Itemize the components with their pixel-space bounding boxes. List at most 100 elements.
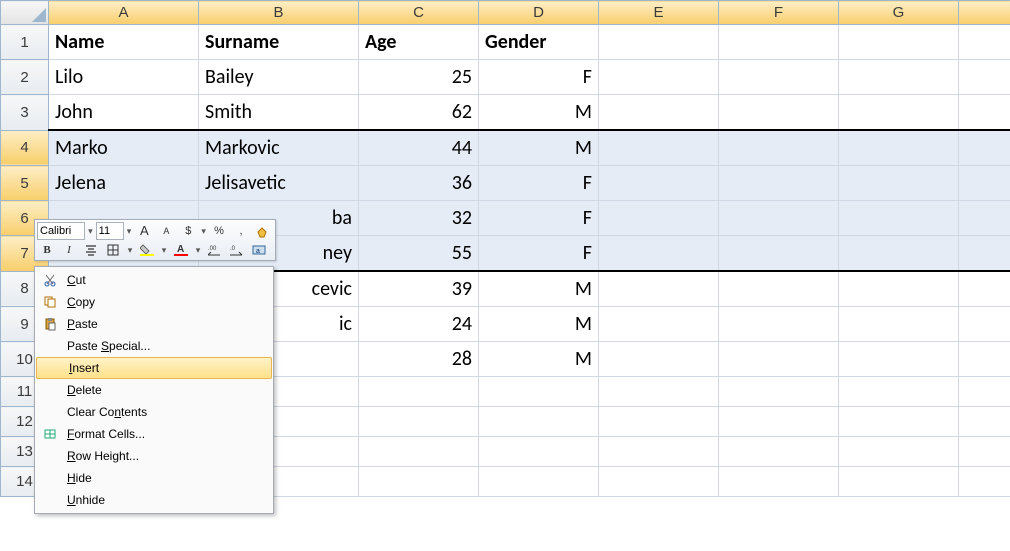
menu-label: Delete: [67, 383, 102, 397]
context-cut[interactable]: Cut: [35, 269, 273, 291]
col-header-C[interactable]: C: [359, 1, 479, 25]
row-header-3[interactable]: 3: [1, 95, 49, 131]
svg-text:A: A: [177, 244, 184, 255]
cell[interactable]: F: [479, 60, 599, 95]
align-center-icon[interactable]: [81, 242, 101, 258]
menu-label: Hide: [67, 471, 92, 485]
grow-font-button[interactable]: A: [134, 223, 154, 239]
row-header-4[interactable]: 4: [1, 130, 49, 166]
fill-dropdown-icon[interactable]: ▾: [159, 242, 169, 258]
cell-C1[interactable]: Age: [359, 25, 479, 60]
cell-D1[interactable]: Gender: [479, 25, 599, 60]
data-header-row: 1 Name Surname Age Gender: [1, 25, 1010, 60]
font-color-icon[interactable]: A: [171, 242, 191, 258]
col-header-extra[interactable]: [959, 1, 1010, 25]
font-color-dropdown-icon[interactable]: ▾: [193, 242, 203, 258]
cell[interactable]: M: [479, 342, 599, 377]
menu-label: Copy: [67, 295, 95, 309]
context-paste-special[interactable]: Paste Special...: [35, 335, 273, 357]
cell[interactable]: 32: [359, 201, 479, 236]
borders-icon[interactable]: [103, 242, 123, 258]
cell[interactable]: Jelena: [49, 166, 199, 201]
context-delete[interactable]: Delete: [35, 379, 273, 401]
cell[interactable]: Lilo: [49, 60, 199, 95]
select-all-corner[interactable]: [1, 1, 49, 25]
cell[interactable]: Marko: [49, 130, 199, 166]
row-header-5[interactable]: 5: [1, 166, 49, 201]
fill-color-icon[interactable]: [137, 242, 157, 258]
menu-label: Format Cells...: [67, 427, 145, 441]
comma-button[interactable]: ,: [231, 223, 251, 239]
font-dropdown-icon[interactable]: ▾: [87, 223, 94, 239]
menu-label: Insert: [69, 361, 99, 375]
cell-F1[interactable]: [719, 25, 839, 60]
col-header-G[interactable]: G: [839, 1, 959, 25]
menu-label: Paste Special...: [67, 339, 150, 353]
cell[interactable]: Markovic: [199, 130, 359, 166]
italic-button[interactable]: I: [59, 242, 79, 258]
cell[interactable]: F: [479, 166, 599, 201]
svg-text:a: a: [256, 248, 260, 255]
row-header-1[interactable]: 1: [1, 25, 49, 60]
mini-toolbar: ▾ ▾ A A $ ▾ % , B I ▾ ▾ A ▾ .00: [34, 219, 276, 261]
font-size-input[interactable]: [96, 222, 124, 240]
merge-center-icon[interactable]: a: [249, 242, 269, 258]
cell-G1[interactable]: [839, 25, 959, 60]
cell[interactable]: F: [479, 201, 599, 236]
cell-E1[interactable]: [599, 25, 719, 60]
cell[interactable]: 39: [359, 271, 479, 307]
table-row: 5 Jelena Jelisavetic 36 F: [1, 166, 1010, 201]
col-header-F[interactable]: F: [719, 1, 839, 25]
menu-label: Row Height...: [67, 449, 139, 463]
paste-icon: [39, 315, 61, 333]
context-copy[interactable]: Copy: [35, 291, 273, 313]
table-row: 4 Marko Markovic 44 M: [1, 130, 1010, 166]
menu-label: Clear Contents: [67, 405, 147, 419]
increase-decimal-icon[interactable]: .0: [227, 242, 247, 258]
row-header-2[interactable]: 2: [1, 60, 49, 95]
col-header-D[interactable]: D: [479, 1, 599, 25]
currency-dropdown-icon[interactable]: ▾: [200, 223, 207, 239]
percent-button[interactable]: %: [209, 223, 229, 239]
decrease-decimal-icon[interactable]: .00: [205, 242, 225, 258]
cell[interactable]: M: [479, 271, 599, 307]
shrink-font-button[interactable]: A: [156, 223, 176, 239]
font-name-input[interactable]: [37, 222, 85, 240]
cell[interactable]: M: [479, 95, 599, 131]
cell[interactable]: 36: [359, 166, 479, 201]
cell[interactable]: 55: [359, 236, 479, 272]
cell-B1[interactable]: Surname: [199, 25, 359, 60]
cell[interactable]: 62: [359, 95, 479, 131]
context-hide[interactable]: Hide: [35, 467, 273, 489]
column-header-row: A B C D E F G: [1, 1, 1010, 25]
cell[interactable]: F: [479, 236, 599, 272]
format-cells-icon: [39, 425, 61, 443]
context-menu: Cut Copy Paste Paste Special... Insert D…: [34, 266, 274, 514]
context-row-height[interactable]: Row Height...: [35, 445, 273, 467]
bold-button[interactable]: B: [37, 242, 57, 258]
context-paste[interactable]: Paste: [35, 313, 273, 335]
cell-A1[interactable]: Name: [49, 25, 199, 60]
size-dropdown-icon[interactable]: ▾: [126, 223, 133, 239]
cell[interactable]: M: [479, 307, 599, 342]
context-unhide[interactable]: Unhide: [35, 489, 273, 511]
cell[interactable]: John: [49, 95, 199, 131]
cell[interactable]: 44: [359, 130, 479, 166]
borders-dropdown-icon[interactable]: ▾: [125, 242, 135, 258]
table-row: 3 John Smith 62 M: [1, 95, 1010, 131]
context-clear-contents[interactable]: Clear Contents: [35, 401, 273, 423]
context-insert[interactable]: Insert: [36, 357, 272, 379]
cell[interactable]: Smith: [199, 95, 359, 131]
currency-button[interactable]: $: [178, 223, 198, 239]
context-format-cells[interactable]: Format Cells...: [35, 423, 273, 445]
cell[interactable]: Jelisavetic: [199, 166, 359, 201]
col-header-B[interactable]: B: [199, 1, 359, 25]
cell[interactable]: 28: [359, 342, 479, 377]
col-header-E[interactable]: E: [599, 1, 719, 25]
cell[interactable]: 24: [359, 307, 479, 342]
cell[interactable]: M: [479, 130, 599, 166]
col-header-A[interactable]: A: [49, 1, 199, 25]
cell[interactable]: 25: [359, 60, 479, 95]
format-painter-icon[interactable]: [253, 223, 273, 239]
cell[interactable]: Bailey: [199, 60, 359, 95]
